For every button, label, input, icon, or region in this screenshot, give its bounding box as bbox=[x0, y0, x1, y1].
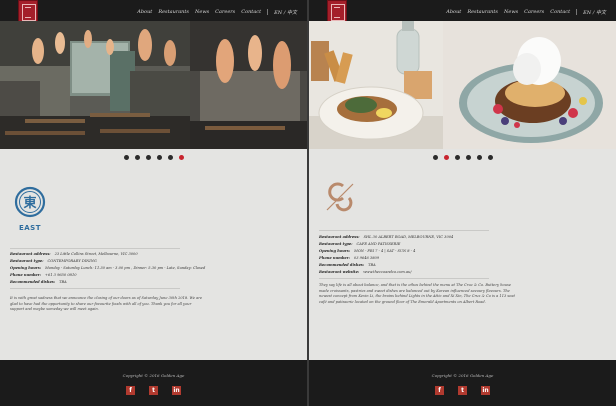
carousel-dots bbox=[309, 155, 616, 160]
language-switch[interactable]: EN / 中文 bbox=[583, 9, 606, 16]
facebook-icon[interactable]: f bbox=[435, 386, 444, 395]
carousel-dot[interactable] bbox=[454, 155, 460, 160]
carousel-dot[interactable] bbox=[123, 155, 129, 160]
nav-restaurants[interactable]: Restaurants bbox=[158, 9, 189, 16]
nav-separator bbox=[576, 9, 578, 15]
carousel-dot-active[interactable] bbox=[443, 155, 449, 160]
facebook-icon[interactable]: f bbox=[126, 386, 135, 395]
carousel-dot[interactable] bbox=[476, 155, 482, 160]
nav-careers[interactable]: Careers bbox=[215, 9, 235, 16]
nav-about[interactable]: About bbox=[137, 9, 152, 16]
section-divider bbox=[10, 248, 180, 249]
copyright-text: Copyright © 2016 Golden Age bbox=[431, 373, 494, 378]
info-phone: Phone number: +61 3 9650 0810 bbox=[10, 273, 77, 277]
main-nav: About Restaurants News Careers Contact E… bbox=[137, 9, 297, 16]
restaurant-description: It is with great sadness that we announc… bbox=[10, 296, 203, 312]
nav-separator bbox=[267, 9, 269, 15]
info-dishes: Recommended dishes: TBA bbox=[10, 280, 67, 284]
carousel-dot[interactable] bbox=[134, 155, 140, 160]
restaurant-info-list: Restaurant address: 23 Little Collins Str… bbox=[10, 251, 206, 286]
east-logo-character: 東 bbox=[23, 195, 36, 211]
main-nav: About Restaurants News Careers Contact E… bbox=[446, 9, 606, 16]
info-address: Restaurant address: SHL 30 ALBERT ROAD, M… bbox=[319, 235, 454, 239]
info-dishes: Recommended dishes: TBA bbox=[319, 263, 376, 267]
carousel-dot[interactable] bbox=[487, 155, 493, 160]
page-cruz-and-co: About Restaurants News Careers Contact E… bbox=[309, 0, 616, 406]
footer: Copyright © 2016 Golden Age f t in bbox=[309, 360, 616, 406]
restaurant-lamps-photo bbox=[190, 21, 307, 149]
twitter-icon[interactable]: t bbox=[149, 386, 158, 395]
nav-contact[interactable]: Contact bbox=[550, 9, 570, 16]
carousel-dot[interactable] bbox=[465, 155, 471, 160]
carousel-dot[interactable] bbox=[432, 155, 438, 160]
restaurant-description: They say life is all about balance, and … bbox=[319, 283, 515, 304]
social-links: f t in bbox=[309, 386, 616, 395]
info-type: Restaurant type: CONTEMPORARY DINING bbox=[10, 259, 97, 263]
language-switch[interactable]: EN / 中文 bbox=[274, 9, 297, 16]
hero-carousel[interactable] bbox=[0, 21, 307, 149]
nav-careers[interactable]: Careers bbox=[524, 9, 544, 16]
section-divider bbox=[319, 230, 489, 231]
east-logo-wordmark: EAST bbox=[19, 224, 41, 232]
footer: Copyright © 2016 Golden Age f t in bbox=[0, 360, 307, 406]
twitter-icon[interactable]: t bbox=[458, 386, 467, 395]
nav-restaurants[interactable]: Restaurants bbox=[467, 9, 498, 16]
nav-contact[interactable]: Contact bbox=[241, 9, 261, 16]
hero-carousel[interactable] bbox=[309, 21, 616, 149]
restaurant-interior-photo bbox=[0, 21, 190, 149]
copyright-text: Copyright © 2016 Golden Age bbox=[122, 373, 185, 378]
carousel-dot-active[interactable] bbox=[178, 155, 184, 160]
carousel-dot[interactable] bbox=[156, 155, 162, 160]
info-phone: Phone number: 03 9646 3809 bbox=[319, 256, 380, 260]
info-website: Restaurant website: www.theccoandco.com.a… bbox=[319, 270, 412, 274]
dessert-dish-photo bbox=[443, 21, 616, 149]
linkedin-icon[interactable]: in bbox=[481, 386, 490, 395]
info-type: Restaurant type: CAFE AND PATISSERIE bbox=[319, 242, 401, 246]
carousel-dots bbox=[0, 155, 307, 160]
page-east: About Restaurants News Careers Contact E… bbox=[0, 0, 307, 406]
restaurant-info-list: Restaurant address: SHL 30 ALBERT ROAD, M… bbox=[319, 234, 499, 276]
golden-age-logo[interactable] bbox=[18, 0, 38, 23]
savoury-dish-photo bbox=[309, 21, 443, 149]
info-hours: Opening hours: MON - FRI 7 - 4 | SAT - SU… bbox=[319, 249, 416, 253]
nav-news[interactable]: News bbox=[504, 9, 518, 16]
nav-news[interactable]: News bbox=[195, 9, 209, 16]
nav-about[interactable]: About bbox=[446, 9, 461, 16]
carousel-dot[interactable] bbox=[167, 155, 173, 160]
info-address: Restaurant address: 23 Little Collins Str… bbox=[10, 252, 138, 256]
carousel-dot[interactable] bbox=[145, 155, 151, 160]
social-links: f t in bbox=[0, 386, 307, 395]
section-divider bbox=[319, 278, 489, 279]
east-restaurant-logo: 東 EAST bbox=[14, 186, 48, 234]
info-hours: Opening hours: Monday - Saturday Lunch: 1… bbox=[10, 266, 206, 270]
linkedin-icon[interactable]: in bbox=[172, 386, 181, 395]
cruz-and-co-logo bbox=[321, 180, 361, 214]
section-divider bbox=[10, 288, 180, 289]
golden-age-logo[interactable] bbox=[327, 0, 347, 23]
